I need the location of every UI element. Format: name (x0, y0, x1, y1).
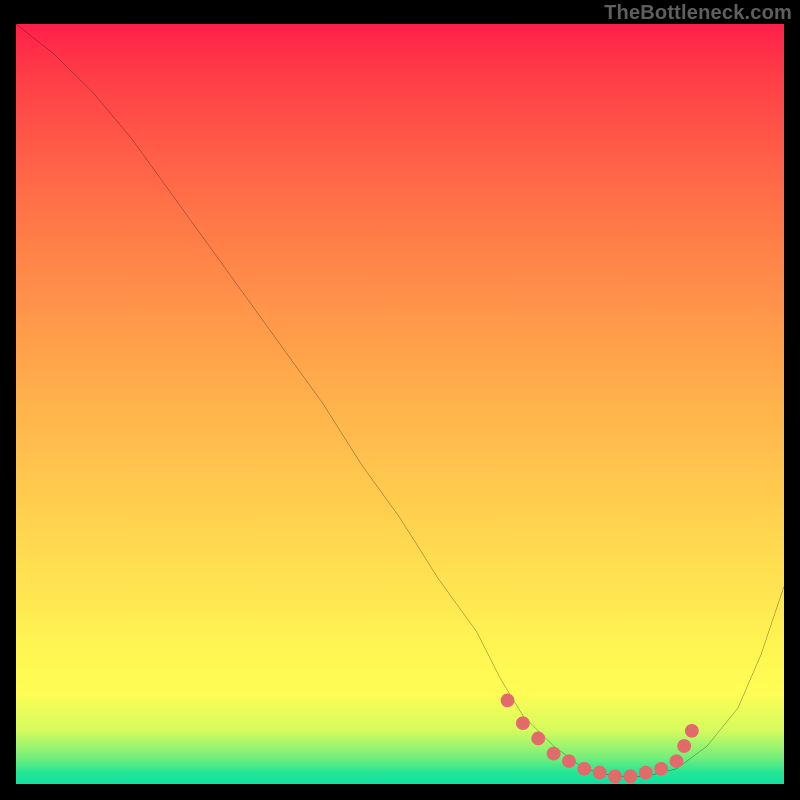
marker-dot (654, 762, 668, 776)
marker-dot (623, 770, 637, 784)
marker-dot (531, 732, 545, 746)
curve-layer (16, 24, 784, 784)
marker-dot (593, 766, 607, 780)
marker-dot (685, 724, 699, 738)
marker-dot (562, 754, 576, 768)
plot-area (16, 24, 784, 784)
marker-dot (547, 747, 561, 761)
chart-frame: TheBottleneck.com (0, 0, 800, 800)
marker-dot (670, 754, 684, 768)
marker-dot (639, 766, 653, 780)
marker-dot (516, 716, 530, 730)
curve-path (16, 24, 784, 776)
marker-dot (501, 694, 515, 708)
marker-dot (677, 739, 691, 753)
watermark-text: TheBottleneck.com (604, 2, 792, 25)
marker-dot (577, 762, 591, 776)
bottleneck-curve (16, 24, 784, 776)
optimal-range-markers (501, 694, 699, 784)
marker-dot (608, 770, 622, 784)
